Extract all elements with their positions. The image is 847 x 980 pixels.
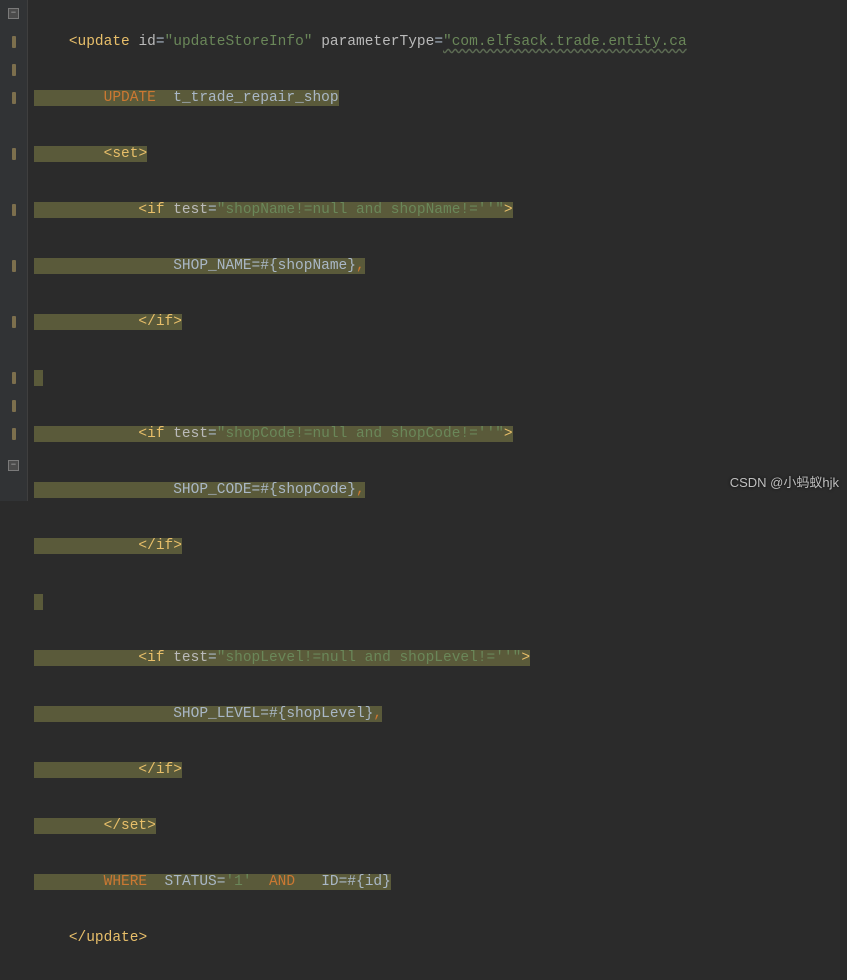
code-editor[interactable]: <update id="updateStoreInfo" parameterTy… [28, 0, 847, 501]
tag-update: update [78, 34, 130, 50]
sql-keyword: AND [269, 874, 295, 890]
sql-assign: SHOP_CODE=#{shopCode} [173, 482, 356, 498]
region-marker-icon [12, 92, 16, 104]
tag-if: if [147, 202, 164, 218]
tag-if: if [147, 650, 164, 666]
attr-value: "shopCode!=null and shopCode!=''" [217, 426, 504, 442]
code-line: SHOP_LEVEL=#{shopLevel}, [34, 700, 847, 728]
gutter: − − [0, 0, 28, 501]
attr-value: "com.elfsack.trade.entity.ca [443, 34, 687, 50]
code-line [34, 588, 847, 616]
comma: , [356, 482, 365, 498]
sql-table: t_trade_repair_shop [173, 90, 338, 106]
attr-value: "updateStoreInfo" [165, 34, 313, 50]
sql-literal: '1' [225, 874, 251, 890]
sql-assign: SHOP_NAME=#{shopName} [173, 258, 356, 274]
code-line: SHOP_NAME=#{shopName}, [34, 252, 847, 280]
sql-text: ID=#{id} [321, 874, 391, 890]
sql-text: STATUS= [165, 874, 226, 890]
code-line [34, 364, 847, 392]
code-line: </update> [34, 924, 847, 952]
region-marker-icon [12, 372, 16, 384]
tag-set-close: /set [112, 818, 147, 834]
tag-if: if [147, 426, 164, 442]
code-line: WHERE STATUS='1' AND ID=#{id} [34, 868, 847, 896]
region-marker-icon [12, 400, 16, 412]
region-marker-icon [12, 36, 16, 48]
code-line: SHOP_CODE=#{shopCode}, [34, 476, 847, 504]
tag-set: set [112, 146, 138, 162]
code-line: </if> [34, 756, 847, 784]
sql-keyword: WHERE [104, 874, 148, 890]
attr: id [138, 34, 155, 50]
sql-assign: SHOP_LEVEL=#{shopLevel} [173, 706, 373, 722]
code-line: <if test="shopCode!=null and shopCode!='… [34, 420, 847, 448]
region-marker-icon [12, 64, 16, 76]
code-line: <if test="shopLevel!=null and shopLevel!… [34, 644, 847, 672]
watermark: CSDN @小蚂蚁hjk [730, 469, 839, 497]
region-marker-icon [12, 428, 16, 440]
fold-icon[interactable]: − [8, 8, 19, 19]
sql-keyword: UPDATE [104, 90, 156, 106]
fold-end-icon[interactable]: − [8, 460, 19, 471]
code-line: <set> [34, 140, 847, 168]
code-line: </set> [34, 812, 847, 840]
comma: , [356, 258, 365, 274]
region-marker-icon [12, 260, 16, 272]
tag-if-close: /if [147, 538, 173, 554]
comma: , [373, 706, 382, 722]
attr: parameterType [321, 34, 434, 50]
tag-if-close: /if [147, 314, 173, 330]
region-marker-icon [12, 316, 16, 328]
attr: test [173, 650, 208, 666]
attr: test [173, 426, 208, 442]
region-marker-icon [12, 148, 16, 160]
region-marker-icon [12, 204, 16, 216]
code-line: </if> [34, 308, 847, 336]
attr-value: "shopName!=null and shopName!=''" [217, 202, 504, 218]
tag-update-close: /update [78, 930, 139, 946]
attr-value: "shopLevel!=null and shopLevel!=''" [217, 650, 522, 666]
attr: test [173, 202, 208, 218]
tag-if-close: /if [147, 762, 173, 778]
code-line: <if test="shopName!=null and shopName!='… [34, 196, 847, 224]
code-line: <update id="updateStoreInfo" parameterTy… [34, 28, 847, 56]
code-line: UPDATE t_trade_repair_shop [34, 84, 847, 112]
code-line: </if> [34, 532, 847, 560]
